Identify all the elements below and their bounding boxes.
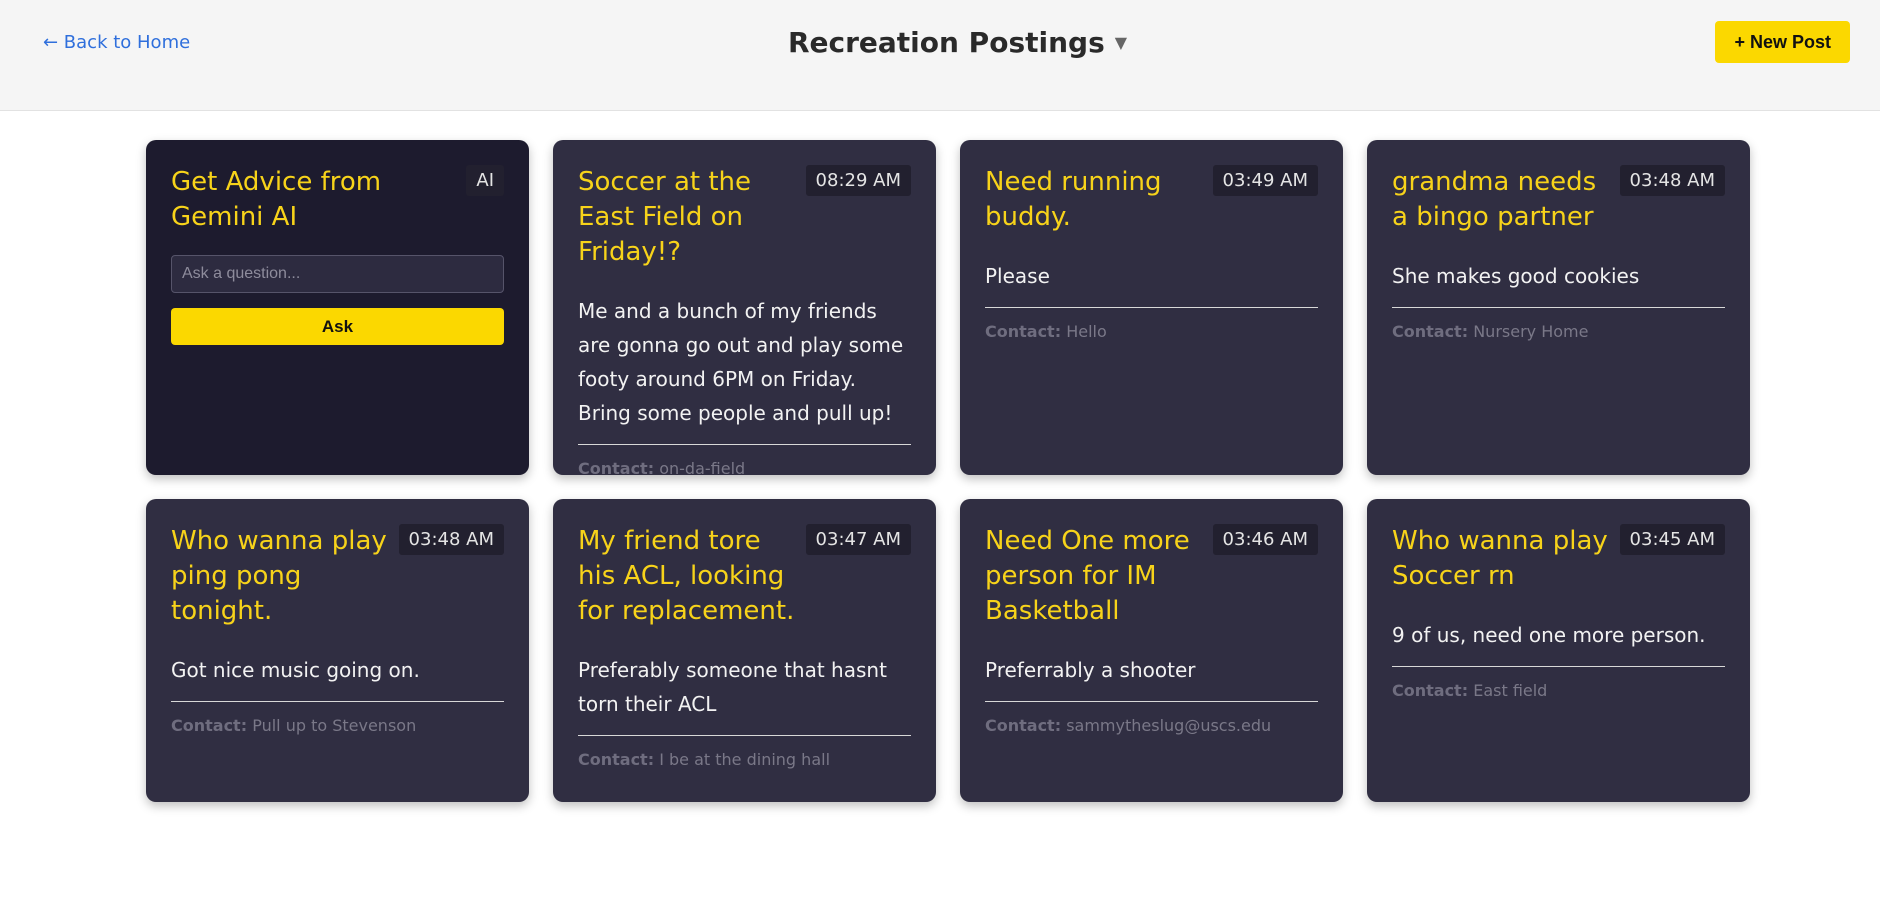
- contact-value: I be at the dining hall: [659, 750, 831, 769]
- contact-value: Nursery Home: [1473, 322, 1589, 341]
- post-title: My friend tore his ACL, looking for repl…: [578, 526, 795, 626]
- ask-button[interactable]: Ask: [171, 308, 504, 345]
- post-time-badge: 03:47 AM: [805, 524, 911, 555]
- ask-question-input[interactable]: [171, 255, 504, 293]
- contact-label: Contact:: [1392, 681, 1469, 700]
- contact-value: Hello: [1066, 322, 1107, 341]
- contact-label: Contact:: [985, 322, 1062, 341]
- contact-value: East field: [1473, 681, 1548, 700]
- post-time-badge: 03:46 AM: [1212, 524, 1318, 555]
- post-body: She makes good cookies: [1392, 259, 1725, 308]
- post-title: Need running buddy.: [985, 167, 1162, 232]
- post-body: Please: [985, 259, 1318, 308]
- post-time-badge: 03:48 AM: [1619, 165, 1725, 196]
- title-wrap: Recreation Postings ▼: [0, 26, 1880, 59]
- post-body: Preferably someone that hasnt torn their…: [578, 653, 911, 736]
- top-bar: ← Back to Home Recreation Postings ▼ + N…: [0, 0, 1880, 111]
- postings-grid: Get Advice from Gemini AI AI Ask Soccer …: [146, 140, 1750, 802]
- ai-advice-card: Get Advice from Gemini AI AI Ask: [146, 140, 529, 475]
- page-title: Recreation Postings: [787, 26, 1105, 59]
- post-time-badge: 03:45 AM: [1619, 524, 1725, 555]
- contact-label: Contact:: [985, 716, 1062, 735]
- post-body: 9 of us, need one more person.: [1392, 618, 1725, 667]
- ai-card-title: Get Advice from Gemini AI: [171, 167, 382, 232]
- post-card[interactable]: Who wanna play ping pong tonight. 03:48 …: [146, 499, 529, 802]
- post-contact: Contact: I be at the dining hall: [578, 750, 911, 769]
- post-card[interactable]: Who wanna play Soccer rn 03:45 AM 9 of u…: [1367, 499, 1750, 802]
- post-time-badge: 08:29 AM: [805, 165, 911, 196]
- post-title: Who wanna play Soccer rn: [1392, 526, 1608, 591]
- post-contact: Contact: Nursery Home: [1392, 322, 1725, 341]
- post-contact: Contact: Pull up to Stevenson: [171, 716, 504, 735]
- post-card[interactable]: My friend tore his ACL, looking for repl…: [553, 499, 936, 802]
- post-card[interactable]: grandma needs a bingo partner 03:48 AM S…: [1367, 140, 1750, 475]
- contact-label: Contact:: [578, 459, 655, 478]
- post-title: grandma needs a bingo partner: [1392, 167, 1597, 232]
- contact-label: Contact:: [171, 716, 248, 735]
- post-body: Got nice music going on.: [171, 653, 504, 702]
- post-contact: Contact: on-da-field: [578, 459, 911, 478]
- post-card[interactable]: Soccer at the East Field on Friday!? 08:…: [553, 140, 936, 478]
- post-title: Need One more person for IM Basketball: [985, 526, 1190, 626]
- contact-value: Pull up to Stevenson: [252, 716, 417, 735]
- post-time-badge: 03:49 AM: [1212, 165, 1318, 196]
- new-post-button[interactable]: + New Post: [1715, 21, 1850, 63]
- post-card[interactable]: Need running buddy. 03:49 AM Please Cont…: [960, 140, 1343, 475]
- post-body: Preferrably a shooter: [985, 653, 1318, 702]
- contact-label: Contact:: [1392, 322, 1469, 341]
- post-body: Me and a bunch of my friends are gonna g…: [578, 294, 911, 445]
- post-contact: Contact: East field: [1392, 681, 1725, 700]
- contact-label: Contact:: [578, 750, 655, 769]
- post-card[interactable]: Need One more person for IM Basketball 0…: [960, 499, 1343, 802]
- ai-badge: AI: [466, 165, 504, 196]
- post-contact: Contact: sammytheslug@uscs.edu: [985, 716, 1318, 735]
- post-title: Who wanna play ping pong tonight.: [171, 526, 387, 626]
- contact-value: on-da-field: [659, 459, 746, 478]
- caret-down-icon[interactable]: ▼: [1115, 33, 1127, 52]
- post-time-badge: 03:48 AM: [398, 524, 504, 555]
- post-title: Soccer at the East Field on Friday!?: [578, 167, 752, 267]
- contact-value: sammytheslug@uscs.edu: [1066, 716, 1272, 735]
- post-contact: Contact: Hello: [985, 322, 1318, 341]
